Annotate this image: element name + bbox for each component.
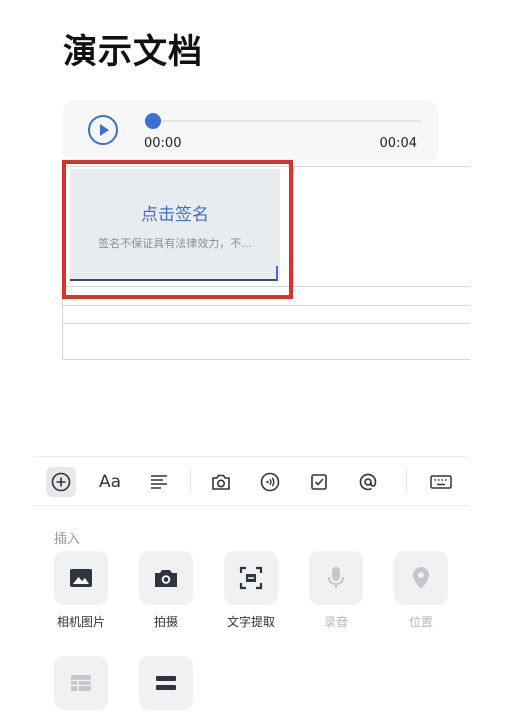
checkbox-icon[interactable]: [304, 467, 334, 497]
table-icon: [71, 675, 91, 691]
insert-image-label: 相机图片: [56, 615, 105, 629]
insert-recording-label: 录音: [323, 615, 348, 629]
audio-current-time: 00:00: [144, 136, 182, 151]
camera-icon[interactable]: [206, 467, 236, 497]
signature-field[interactable]: 点击签名 签名不保证具有法律效力，不...: [70, 169, 280, 281]
keyboard-icon[interactable]: [426, 467, 456, 497]
table-line: [62, 359, 470, 360]
insert-divider-button[interactable]: [139, 656, 193, 710]
font-icon[interactable]: Aa: [95, 467, 125, 497]
microphone-icon: [328, 567, 344, 588]
play-icon: [100, 124, 109, 136]
audio-progress-track[interactable]: [153, 120, 421, 122]
audio-icon[interactable]: [255, 467, 285, 497]
insert-photo-label: 拍摄: [153, 615, 178, 629]
insert-photo-button[interactable]: [139, 551, 193, 605]
divider-icon: [156, 676, 176, 690]
toolbar-divider: [190, 470, 191, 494]
insert-text-extract-label: 文字提取: [226, 615, 275, 629]
camera-icon: [155, 570, 177, 587]
toolbar-divider: [406, 470, 407, 494]
insert-location-button[interactable]: [394, 551, 448, 605]
audio-player: 00:00 00:04: [63, 100, 438, 164]
signature-disclaimer: 签名不保证具有法律效力，不...: [98, 237, 252, 250]
at-icon[interactable]: [353, 467, 383, 497]
table-line: [293, 166, 294, 286]
page-title: 演示文档: [63, 32, 203, 72]
location-icon: [413, 567, 429, 589]
signature-underline: [70, 279, 278, 281]
insert-location-label: 位置: [408, 615, 433, 629]
text-scan-icon: [239, 566, 263, 590]
insert-table-button[interactable]: [54, 656, 108, 710]
signature-prompt: 点击签名: [141, 205, 209, 225]
align-left-icon[interactable]: [144, 467, 174, 497]
insert-section-label: 插入: [54, 532, 81, 547]
table-line: [62, 305, 470, 306]
table-line: [62, 323, 470, 324]
insert-text-extract-button[interactable]: [224, 551, 278, 605]
plus-icon[interactable]: [46, 467, 76, 497]
text-cursor: [276, 266, 278, 281]
image-icon: [70, 569, 92, 587]
insert-recording-button[interactable]: [309, 551, 363, 605]
audio-duration: 00:04: [379, 136, 417, 151]
audio-progress-knob[interactable]: [145, 113, 161, 129]
play-button[interactable]: [88, 115, 118, 145]
insert-image-button[interactable]: [54, 551, 108, 605]
editor-toolbar: Aa: [33, 456, 469, 506]
